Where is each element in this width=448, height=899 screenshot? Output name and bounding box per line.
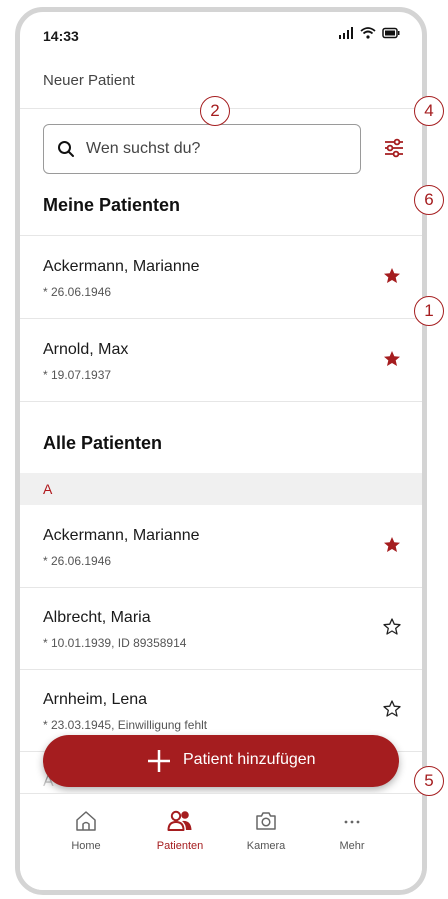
list-item[interactable]: Ackermann, Marianne * 26.06.1946: [20, 236, 422, 319]
star-outline-icon[interactable]: [382, 699, 402, 719]
annotation-badge-4: 4: [414, 96, 444, 126]
wifi-icon: [360, 27, 376, 39]
letter-label: A: [43, 481, 53, 497]
filter-icon[interactable]: [383, 137, 405, 159]
nav-label: Home: [71, 840, 101, 852]
annotation-badge-2: 2: [200, 96, 230, 126]
list-item[interactable]: Arnold, Max * 19.07.1937: [20, 319, 422, 402]
camera-icon: [256, 812, 276, 830]
nav-label: Mehr: [339, 840, 365, 852]
section-title-my-patients: Meine Patienten: [43, 195, 181, 215]
plus-icon: [148, 750, 170, 772]
patient-details: * 26.06.1946: [43, 285, 112, 299]
star-outline-icon[interactable]: [382, 617, 402, 637]
add-patient-label: Patient hinzufügen: [183, 751, 316, 768]
phone-frame: 14:33 Neuer Patient Wen suchst du? Meine…: [15, 7, 427, 895]
star-filled-icon[interactable]: [382, 266, 402, 286]
search-field[interactable]: Wen suchst du?: [43, 124, 361, 174]
battery-icon: [382, 27, 400, 39]
patient-name: Ackermann, Marianne: [43, 258, 200, 275]
nav-home[interactable]: Home: [46, 810, 126, 852]
star-filled-icon[interactable]: [382, 535, 402, 555]
nav-camera[interactable]: Kamera: [226, 810, 306, 852]
search-input[interactable]: Wen suchst du?: [86, 140, 200, 158]
status-icons: [338, 27, 400, 39]
patient-name: Albrecht, Maria: [43, 609, 151, 626]
nav-more[interactable]: Mehr: [312, 810, 392, 852]
patients-icon: [167, 810, 192, 831]
search-icon: [58, 141, 74, 157]
signal-icon: [339, 27, 353, 39]
annotation-badge-1: 1: [414, 296, 444, 326]
list-item[interactable]: Ackermann, Marianne * 26.06.1946: [20, 505, 422, 588]
patient-details: * 26.06.1946: [43, 554, 112, 568]
nav-label: Patienten: [156, 840, 204, 852]
star-filled-icon[interactable]: [382, 349, 402, 369]
home-icon: [76, 811, 96, 831]
more-icon: [344, 820, 360, 824]
section-title-all-patients: Alle Patienten: [43, 433, 163, 453]
patient-name: Arnold, Max: [43, 341, 129, 358]
add-patient-button[interactable]: Patient hinzufügen: [43, 735, 399, 787]
status-bar: 14:33: [20, 12, 422, 58]
annotation-badge-6: 6: [414, 185, 444, 215]
nav-patients[interactable]: Patienten: [140, 810, 220, 852]
page-title: Neuer Patient: [43, 72, 135, 89]
patient-details: * 10.01.1939, ID 89358914: [43, 636, 187, 650]
patient-name: Ackermann, Marianne: [43, 527, 200, 544]
annotation-badge-5: 5: [414, 766, 444, 796]
list-item[interactable]: Albrecht, Maria * 10.01.1939, ID 8935891…: [20, 587, 422, 670]
status-time: 14:33: [43, 28, 79, 44]
patient-details: * 19.07.1937: [43, 368, 112, 382]
patient-name: Arnheim, Lena: [43, 691, 148, 708]
letter-header: A: [20, 473, 422, 505]
bottom-nav: Home Patienten Kamera Mehr: [20, 793, 422, 890]
patient-details: * 23.03.1945, Einwilligung fehlt: [43, 718, 208, 732]
nav-label: Kamera: [246, 840, 286, 852]
